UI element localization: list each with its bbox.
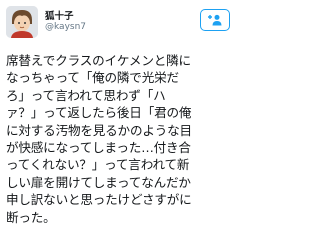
username[interactable]: @kaysn7 xyxy=(45,22,86,32)
display-name[interactable]: 狐十子 xyxy=(45,8,74,22)
avatar-illustration-icon xyxy=(6,6,38,38)
follow-button[interactable] xyxy=(200,9,230,31)
tweet-header: 狐十子 @kaysn7 xyxy=(0,0,251,45)
tweet-text: 席替えでクラスのイケメンと隣に なっちゃって「俺の隣で光栄だ ろ」って言われて思… xyxy=(6,53,192,225)
add-user-icon xyxy=(208,14,222,26)
avatar[interactable] xyxy=(6,6,38,38)
